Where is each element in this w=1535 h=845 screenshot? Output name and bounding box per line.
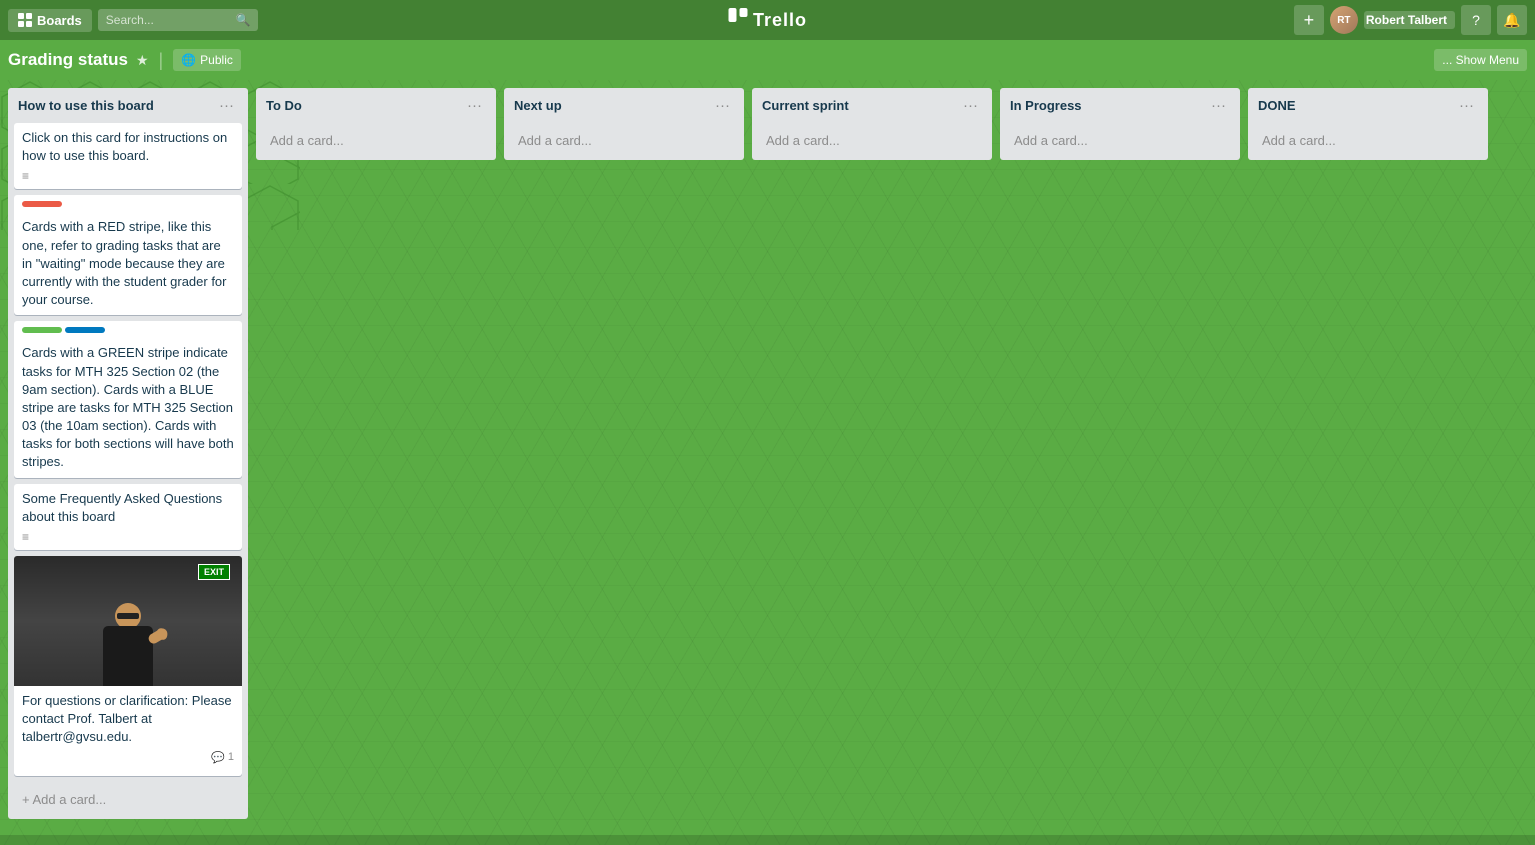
card-contact-body: For questions or clarification: Please c… <box>14 686 242 770</box>
card-instructions-text: Click on this card for instructions on h… <box>22 129 234 165</box>
description-icon: ≡ <box>22 169 234 183</box>
search-input[interactable] <box>98 9 258 31</box>
card-contact-text: For questions or clarification: Please c… <box>22 692 234 747</box>
comment-icon: 💬 <box>211 751 225 764</box>
list-title-current-sprint: Current sprint <box>762 98 849 113</box>
green-label <box>22 327 62 333</box>
card-red-stripe[interactable]: Cards with a RED stripe, like this one, … <box>14 195 242 315</box>
list-current-sprint: Current sprint ··· Add a card... <box>752 88 992 160</box>
card-contact[interactable]: EXIT <box>14 556 242 776</box>
visibility-button[interactable]: 🌐 Public <box>173 49 241 71</box>
help-icon: ? <box>1472 12 1480 28</box>
list-title-done: DONE <box>1258 98 1296 113</box>
grid-icon <box>18 13 32 27</box>
card-green-blue-text: Cards with a GREEN stripe indicate tasks… <box>22 344 234 471</box>
show-menu-button[interactable]: ... Show Menu <box>1434 49 1527 71</box>
globe-icon: 🌐 <box>181 53 196 67</box>
board-canvas: How to use this board ··· Click on this … <box>0 80 1535 845</box>
list-title-in-progress: In Progress <box>1010 98 1082 113</box>
sunglasses <box>117 613 139 619</box>
titlebar-divider: | <box>159 50 164 71</box>
add-card-button-done[interactable]: Add a card... <box>1254 127 1482 154</box>
list-done: DONE ··· Add a card... <box>1248 88 1488 160</box>
list-next-up: Next up ··· Add a card... <box>504 88 744 160</box>
card-labels-green-blue <box>22 327 234 339</box>
board-title: Grading status <box>8 50 128 70</box>
notifications-button[interactable]: 🔔 <box>1497 5 1527 35</box>
comment-number: 1 <box>228 751 234 763</box>
card-red-text: Cards with a RED stripe, like this one, … <box>22 218 234 309</box>
card-contact-footer: 💬 1 <box>22 751 234 764</box>
list-title-how-to-use: How to use this board <box>18 98 154 113</box>
exit-sign: EXIT <box>198 564 230 580</box>
list-menu-button-done[interactable]: ··· <box>1455 96 1478 115</box>
show-menu-label: ... Show Menu <box>1442 53 1519 67</box>
list-to-do: To Do ··· Add a card... <box>256 88 496 160</box>
help-button[interactable]: ? <box>1461 5 1491 35</box>
bell-icon: 🔔 <box>1503 12 1520 29</box>
trello-logo: Trello <box>728 8 807 33</box>
boards-button[interactable]: Boards <box>8 9 92 32</box>
board-titlebar: Grading status ★ | 🌐 Public ... Show Men… <box>0 40 1535 80</box>
list-header-to-do: To Do ··· <box>256 88 496 123</box>
person-figure <box>93 598 163 686</box>
list-header-done: DONE ··· <box>1248 88 1488 123</box>
add-button[interactable]: + <box>1294 5 1324 35</box>
topbar-right: + RT Robert Talbert ? 🔔 <box>1294 5 1527 35</box>
add-card-button-current-sprint[interactable]: Add a card... <box>758 127 986 154</box>
card-faq[interactable]: Some Frequently Asked Questions about th… <box>14 484 242 550</box>
list-in-progress: In Progress ··· Add a card... <box>1000 88 1240 160</box>
add-card-button-next-up[interactable]: Add a card... <box>510 127 738 154</box>
blue-label <box>65 327 105 333</box>
avatar[interactable]: RT <box>1330 6 1358 34</box>
list-title-to-do: To Do <box>266 98 302 113</box>
user-name: Robert Talbert <box>1366 13 1447 27</box>
card-image: EXIT <box>14 556 242 686</box>
card-faq-text: Some Frequently Asked Questions about th… <box>22 490 234 526</box>
star-icon[interactable]: ★ <box>136 52 149 69</box>
card-instructions[interactable]: Click on this card for instructions on h… <box>14 123 242 189</box>
body <box>103 626 153 686</box>
list-menu-button-in-progress[interactable]: ··· <box>1207 96 1230 115</box>
list-header-current-sprint: Current sprint ··· <box>752 88 992 123</box>
red-label <box>22 201 62 207</box>
board-background: How to use this board ··· Click on this … <box>0 80 1535 845</box>
add-card-button-in-progress[interactable]: Add a card... <box>1006 127 1234 154</box>
list-header-how-to-use: How to use this board ··· <box>8 88 248 123</box>
top-nav: Boards 🔍 Trello + RT Robert Talbert ? 🔔 <box>0 0 1535 40</box>
user-menu-button[interactable]: Robert Talbert <box>1364 11 1455 29</box>
comment-count: 💬 1 <box>211 751 234 764</box>
list-header-in-progress: In Progress ··· <box>1000 88 1240 123</box>
list-title-next-up: Next up <box>514 98 562 113</box>
trello-logo-text: Trello <box>753 10 807 31</box>
list-how-to-use: How to use this board ··· Click on this … <box>8 88 248 819</box>
visibility-label: Public <box>200 53 233 67</box>
boards-label: Boards <box>37 13 82 28</box>
list-menu-button-to-do[interactable]: ··· <box>463 96 486 115</box>
list-header-next-up: Next up ··· <box>504 88 744 123</box>
card-labels-red <box>22 201 234 213</box>
search-wrapper: 🔍 <box>98 9 258 31</box>
search-icon: 🔍 <box>236 13 251 27</box>
list-cards-how-to-use: Click on this card for instructions on h… <box>8 123 248 782</box>
trello-logo-icon <box>728 8 748 33</box>
plus-icon: + <box>1304 10 1315 31</box>
list-menu-button-current-sprint[interactable]: ··· <box>959 96 982 115</box>
faq-description-icon: ≡ <box>22 530 234 544</box>
add-card-button-to-do[interactable]: Add a card... <box>262 127 490 154</box>
list-menu-button-next-up[interactable]: ··· <box>711 96 734 115</box>
list-menu-button-how-to-use[interactable]: ··· <box>215 96 238 115</box>
card-green-blue-stripe[interactable]: Cards with a GREEN stripe indicate tasks… <box>14 321 242 477</box>
add-card-button-how-to-use[interactable]: + Add a card... <box>14 786 242 813</box>
